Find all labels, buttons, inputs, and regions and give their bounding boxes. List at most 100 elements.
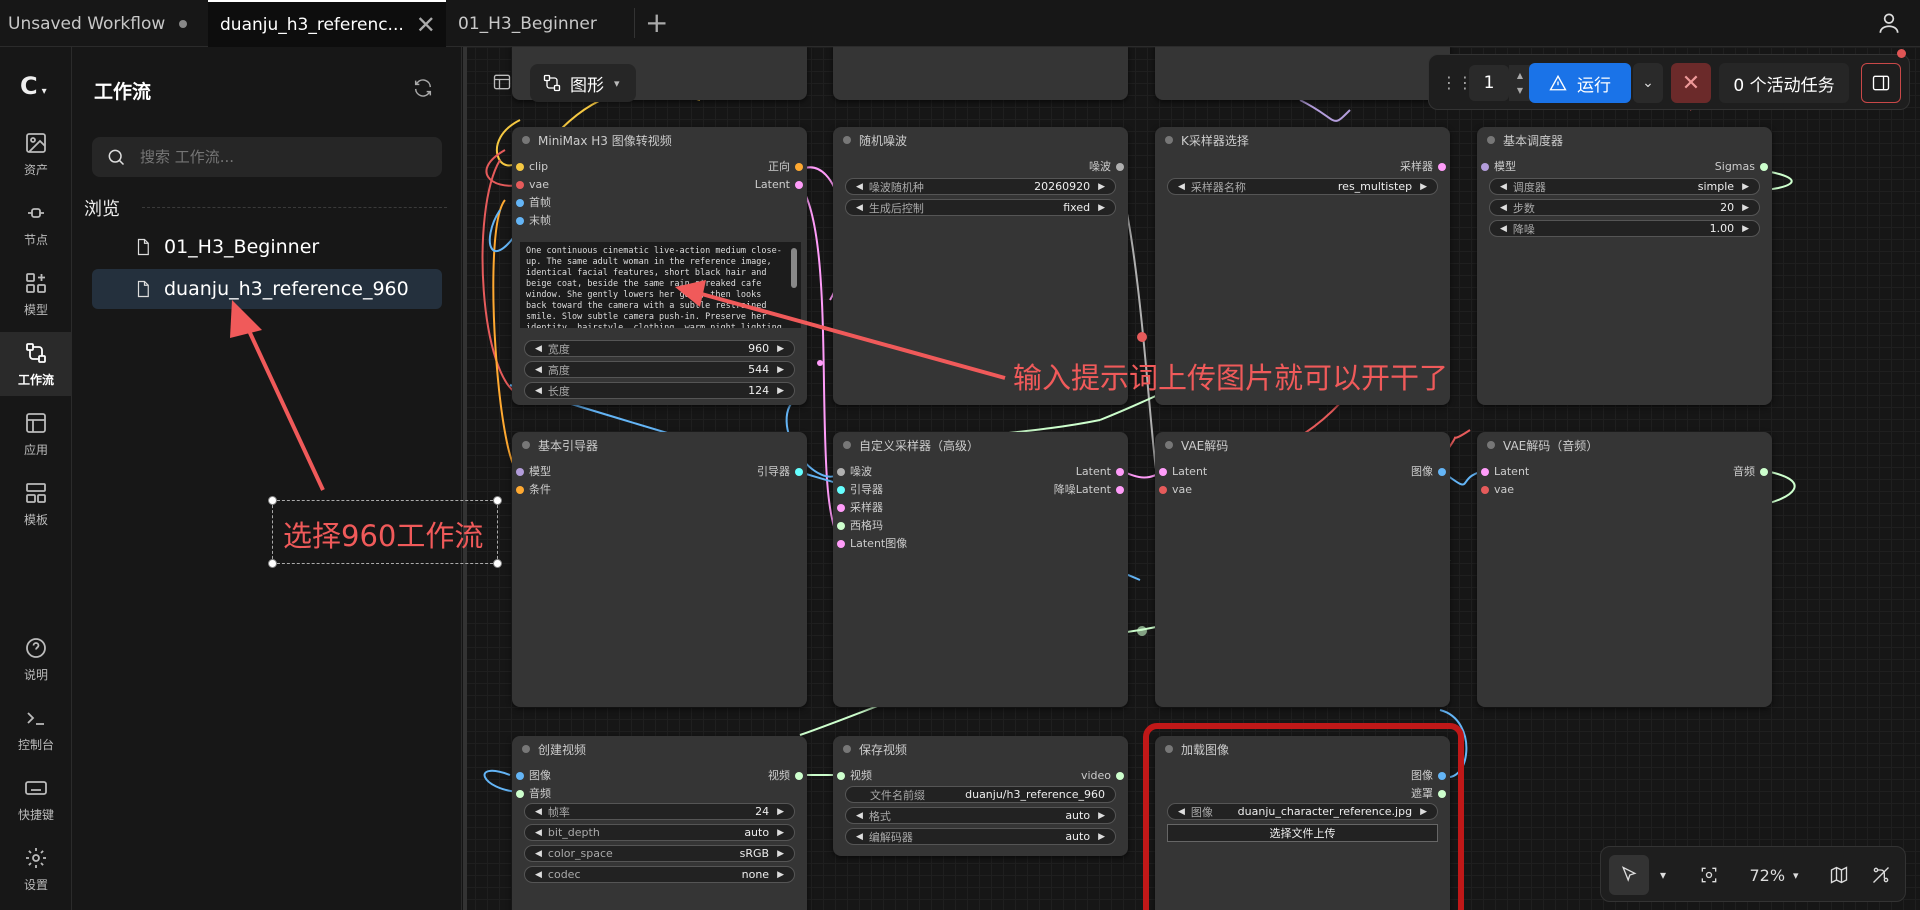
output-port-noise[interactable]: 噪波 (1089, 160, 1128, 174)
increment-icon[interactable]: ▶ (1098, 832, 1105, 842)
input-port-conditioning[interactable]: 条件 (512, 483, 551, 497)
rail-item-workflows[interactable]: 工作流 (0, 332, 72, 396)
input-port-image[interactable]: 图像 (512, 769, 551, 783)
widget-noise-seed[interactable]: ◀ 噪波随机种 20260920 ▶ (845, 178, 1116, 195)
minimap-button[interactable] (1819, 855, 1859, 895)
rail-item-apps[interactable]: 应用 (0, 402, 72, 466)
workflow-item-01-h3-beginner[interactable]: 01_H3_Beginner (92, 227, 442, 267)
widget-steps[interactable]: ◀ 步数 20 ▶ (1489, 199, 1760, 216)
resize-handle[interactable] (268, 559, 277, 568)
input-port-clip[interactable]: clip (512, 160, 548, 174)
decrement-icon[interactable]: ◀ (535, 386, 542, 396)
increment-icon[interactable]: ▶ (1098, 203, 1105, 213)
decrement-icon[interactable]: ◀ (1500, 182, 1507, 192)
output-port-sampler[interactable]: 采样器 (1400, 160, 1450, 174)
input-port-video[interactable]: 视频 (833, 769, 872, 783)
increment-icon[interactable]: ▶ (777, 828, 784, 838)
sidebar-toggle-icon[interactable] (492, 72, 512, 92)
node-minimax-h3-image-to-video[interactable]: MiniMax H3 图像转视频 clip vae 首帧 末帧 正向 Laten… (512, 127, 807, 405)
output-port-video[interactable]: 视频 (768, 769, 807, 783)
tab-duanju-h3-reference[interactable]: duanju_h3_referenc... ✕ (208, 0, 446, 47)
widget-format[interactable]: ◀ 格式 auto ▶ (845, 807, 1116, 824)
increment-icon[interactable]: ▶ (777, 870, 784, 880)
increment-icon[interactable]: ▶ (1098, 182, 1105, 192)
rail-item-models[interactable]: 模型 (0, 262, 72, 326)
comfy-logo-icon[interactable]: C ▾ (20, 72, 47, 100)
widget-denoise[interactable]: ◀ 降噪 1.00 ▶ (1489, 220, 1760, 237)
input-port-audio[interactable]: 音频 (512, 787, 551, 801)
cancel-run-button[interactable]: ✕ (1671, 63, 1711, 103)
input-port-model[interactable]: 模型 (512, 465, 551, 479)
rail-item-assets[interactable]: 资产 (0, 122, 72, 186)
rail-item-templates[interactable]: 模板 (0, 472, 72, 536)
output-port-video[interactable]: video (1081, 769, 1128, 783)
output-port-positive[interactable]: 正向 (768, 160, 807, 174)
increment-icon[interactable]: ▶ (777, 849, 784, 859)
workflow-item-duanju-h3-reference-960[interactable]: duanju_h3_reference_960 (92, 269, 442, 309)
new-tab-plus-icon[interactable]: + (645, 6, 668, 39)
widget-control-after-generate[interactable]: ◀ 生成后控制 fixed ▶ (845, 199, 1116, 216)
output-port-sigmas[interactable]: Sigmas (1715, 160, 1772, 174)
increment-icon[interactable]: ▶ (1742, 224, 1749, 234)
decrement-icon[interactable]: ◀ (1500, 224, 1507, 234)
node-vae-decode[interactable]: VAE解码 Latent vae 图像 (1155, 432, 1450, 707)
output-port-audio[interactable]: 音频 (1733, 465, 1772, 479)
widget-sampler-name[interactable]: ◀ 采样器名称 res_multistep ▶ (1167, 178, 1438, 195)
decrement-icon[interactable]: ◀ (535, 870, 542, 880)
widget-width[interactable]: ◀ 宽度 960 ▶ (524, 340, 795, 357)
decrement-icon[interactable]: ◀ (1178, 182, 1185, 192)
decrement-icon[interactable]: ◀ (535, 849, 542, 859)
output-port-guider[interactable]: 引导器 (757, 465, 807, 479)
run-options-chevron-icon[interactable]: ⌄ (1633, 63, 1663, 103)
input-port-vae[interactable]: vae (1155, 483, 1192, 497)
input-port-first-frame[interactable]: 首帧 (512, 196, 551, 210)
input-port-latent-image[interactable]: Latent图像 (833, 537, 907, 551)
node-vae-decode-audio[interactable]: VAE解码（音频） Latent vae 音频 (1477, 432, 1772, 707)
decrement-icon[interactable]: ◀ (535, 344, 542, 354)
resize-handle[interactable] (493, 496, 502, 505)
decrement-icon[interactable]: ◀ (856, 203, 863, 213)
link-visibility-button[interactable] (1861, 855, 1901, 895)
panel-resize-handle[interactable] (463, 47, 467, 910)
increment-icon[interactable]: ▶ (1420, 182, 1427, 192)
increment-icon[interactable]: ▶ (1742, 203, 1749, 213)
output-port-denoised-latent[interactable]: 降噪Latent (1054, 483, 1128, 497)
fit-view-button[interactable] (1689, 855, 1729, 895)
zoom-dropdown[interactable]: 72% ▾ (1739, 855, 1809, 895)
node-basic-scheduler[interactable]: 基本调度器 模型 Sigmas ◀ 调度器 simple ▶ ◀ 步数 20 ▶ ◀ 降噪 1.… (1477, 127, 1772, 405)
tool-chevron-down-icon[interactable]: ▾ (1651, 855, 1675, 895)
decrement-icon[interactable]: ◀ (856, 182, 863, 192)
widget-codec[interactable]: ◀ 编解码器 auto ▶ (845, 828, 1116, 845)
user-icon[interactable] (1876, 10, 1902, 36)
tab-01-h3-beginner[interactable]: 01_H3_Beginner (448, 0, 633, 47)
node-basic-guider[interactable]: 基本引导器 模型 条件 引导器 (512, 432, 807, 707)
input-port-vae[interactable]: vae (1477, 483, 1514, 497)
widget-height[interactable]: ◀ 高度 544 ▶ (524, 361, 795, 378)
widget-length[interactable]: ◀ 长度 124 ▶ (524, 382, 795, 399)
node-create-video[interactable]: 创建视频 图像 音频 视频 ◀ 帧率 24 ▶ ◀ bit_depth auto ▶ ◀ co… (512, 736, 807, 910)
output-port-latent[interactable]: Latent (755, 178, 807, 192)
decrement-icon[interactable]: ◀ (856, 832, 863, 842)
resize-handle[interactable] (268, 496, 277, 505)
rail-item-help[interactable]: 说明 (0, 627, 72, 691)
widget-color-space[interactable]: ◀ color_space sRGB ▶ (524, 845, 795, 862)
input-port-vae[interactable]: vae (512, 178, 549, 192)
input-port-latent[interactable]: Latent (1155, 465, 1207, 479)
input-port-last-frame[interactable]: 末帧 (512, 214, 551, 228)
increment-icon[interactable]: ▶ (1098, 811, 1105, 821)
widget-codec[interactable]: ◀ codec none ▶ (524, 866, 795, 883)
increment-icon[interactable]: ▶ (1742, 182, 1749, 192)
rail-item-nodes[interactable]: 节点 (0, 192, 72, 256)
output-port-latent[interactable]: Latent (1076, 465, 1128, 479)
graph-canvas[interactable]: MiniMax H3 图像转视频 clip vae 首帧 末帧 正向 Laten… (463, 47, 1920, 910)
node-top-partial[interactable] (833, 47, 1128, 100)
refresh-icon[interactable] (412, 77, 434, 99)
decrement-icon[interactable]: ◀ (535, 828, 542, 838)
rail-item-settings[interactable]: 设置 (0, 837, 72, 901)
node-top-partial[interactable] (1155, 47, 1450, 100)
resize-handle[interactable] (493, 559, 502, 568)
decrement-icon[interactable]: ◀ (856, 811, 863, 821)
widget-fps[interactable]: ◀ 帧率 24 ▶ (524, 803, 795, 820)
input-port-model[interactable]: 模型 (1477, 160, 1516, 174)
scrollbar[interactable] (791, 248, 797, 288)
